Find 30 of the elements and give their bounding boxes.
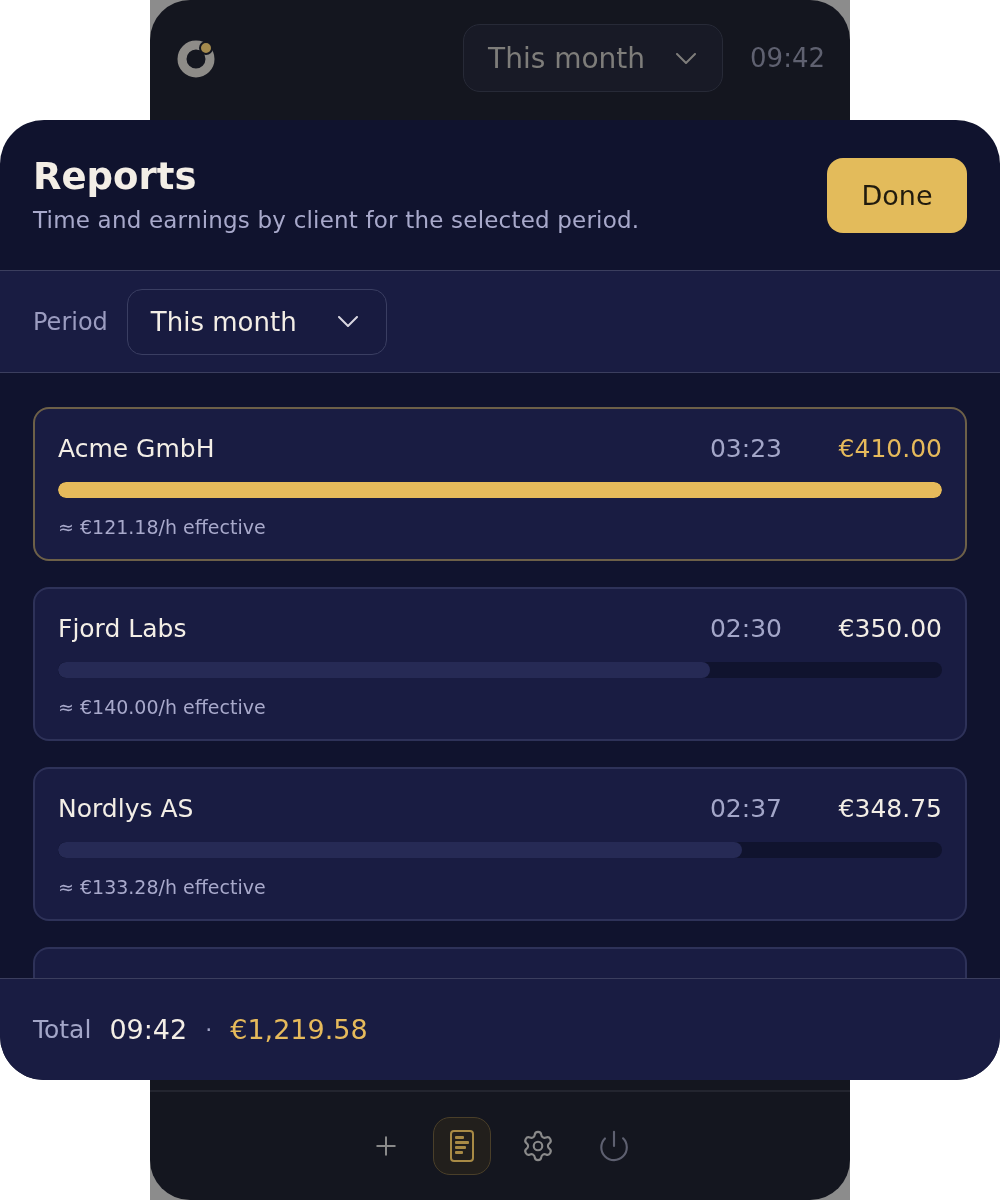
period-dropdown[interactable]: This month: [463, 24, 724, 92]
report-icon: [450, 1130, 474, 1162]
sheet-subtitle: Time and earnings by client for the selected period.: [33, 207, 640, 233]
client-amount: €350.00: [837, 613, 942, 643]
client-name: Nordlys AS: [58, 793, 195, 823]
power-icon: [597, 1129, 631, 1163]
done-button[interactable]: Done: [827, 157, 967, 233]
chevron-down-icon: [337, 316, 358, 327]
effective-rate: ≈ €140.00/h effective: [58, 695, 266, 719]
client-amount: €348.75: [837, 793, 942, 823]
client-name: Fjord Labs: [58, 613, 188, 643]
total-label: Total: [33, 1015, 92, 1044]
sheet-title: Reports: [33, 157, 197, 197]
time-total: 09:42: [750, 43, 825, 73]
period-label: Period: [33, 307, 108, 336]
chevron-down-icon: [676, 52, 697, 64]
period-dropdown[interactable]: This month: [126, 288, 387, 355]
reports-button[interactable]: [433, 1117, 491, 1175]
separator-dot: ·: [205, 1017, 213, 1042]
client-time: 03:23: [709, 433, 782, 463]
total-time: 09:42: [109, 1014, 188, 1045]
settings-icon: [521, 1129, 555, 1163]
client-amount: €410.00: [837, 433, 942, 463]
total-amount: €1,219.58: [230, 1014, 368, 1045]
client-name: Acme GmbH: [58, 433, 216, 463]
effective-rate: ≈ €121.18/h effective: [58, 515, 266, 539]
logo-icon: [177, 38, 217, 78]
effective-rate: ≈ €133.28/h effective: [58, 875, 266, 899]
client-time: 02:37: [709, 793, 782, 823]
client-time: 02:30: [709, 613, 782, 643]
